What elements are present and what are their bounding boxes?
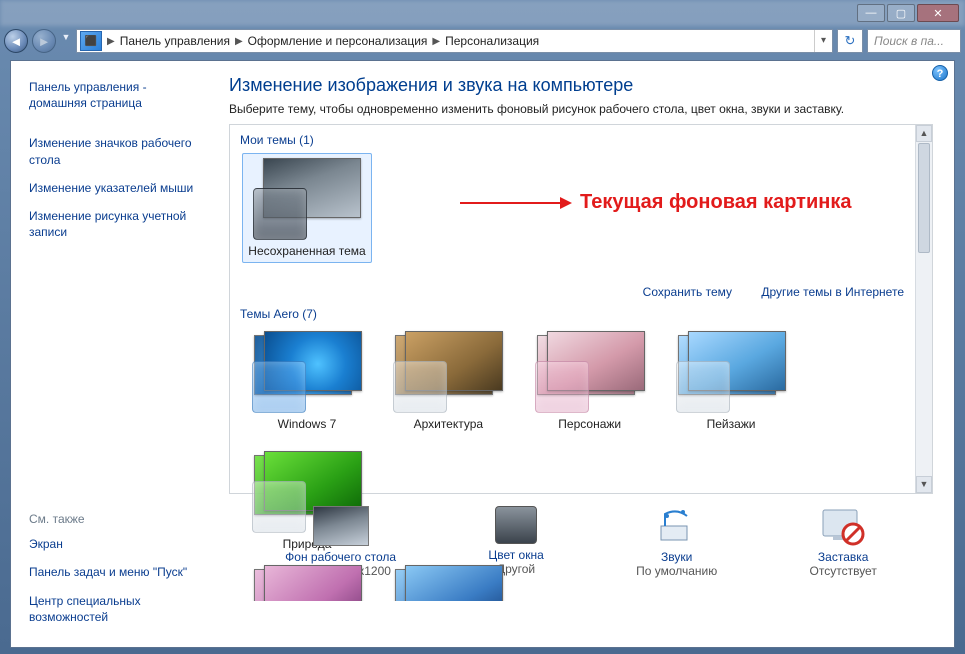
theme-label: Пейзажи (670, 417, 792, 431)
address-dropdown[interactable]: ▾ (814, 30, 832, 52)
sidebar-home-link[interactable]: Панель управления - домашняя страница (29, 79, 197, 111)
seealso-link-ease-of-access[interactable]: Центр специальных возможностей (29, 593, 197, 625)
scroll-up-arrow-icon[interactable]: ▲ (916, 125, 932, 142)
sidebar-link-desktop-icons[interactable]: Изменение значков рабочего стола (29, 135, 197, 167)
theme-wallpaper-icon (264, 565, 362, 601)
theme-label: Несохраненная тема (247, 244, 367, 258)
theme-tile-characters[interactable]: Персонажи (525, 327, 655, 435)
annotation-text: Текущая фоновая картинка (580, 191, 851, 214)
chevron-right-icon: ▶ (430, 36, 442, 47)
theme-window-color-icon (535, 361, 589, 413)
nav-history-dropdown[interactable]: ▼ (60, 32, 72, 50)
theme-label: Персонажи (529, 417, 651, 431)
theme-label: Архитектура (387, 417, 509, 431)
theme-wallpaper-icon (405, 565, 503, 601)
minimize-button[interactable]: — (857, 4, 885, 22)
main-panel: ? Панель управления - домашняя страница … (10, 60, 955, 648)
theme-tile-landscapes[interactable]: Пейзажи (666, 327, 796, 435)
window-color-icon (495, 506, 537, 544)
theme-window-color-icon (252, 481, 306, 533)
forward-button[interactable]: ► (32, 29, 56, 53)
window-titlebar: — ▢ ✕ (0, 0, 965, 26)
screensaver-icon (819, 506, 867, 546)
back-button[interactable]: ◄ (4, 29, 28, 53)
sidebar: Панель управления - домашняя страница Из… (11, 61, 211, 647)
sidebar-link-mouse-pointers[interactable]: Изменение указателей мыши (29, 180, 197, 196)
control-panel-icon: ⬛ (80, 31, 102, 51)
navigation-toolbar: ◄ ► ▼ ⬛ ▶ Панель управления ▶ Оформление… (0, 26, 965, 56)
chevron-right-icon: ▶ (105, 36, 117, 47)
desktop-background-icon (313, 506, 369, 546)
scrollbar[interactable]: ▲ ▼ (915, 125, 932, 493)
my-themes-header: Мои темы (1) (240, 133, 930, 147)
seealso-link-taskbar[interactable]: Панель задач и меню "Пуск" (29, 564, 197, 580)
theme-tile-unsaved[interactable]: Несохраненная тема (242, 153, 372, 263)
address-bar[interactable]: ⬛ ▶ Панель управления ▶ Оформление и пер… (76, 29, 833, 53)
sidebar-home-label: Панель управления - (29, 80, 147, 94)
theme-label: Windows 7 (246, 417, 368, 431)
theme-tile-partial[interactable] (242, 561, 372, 601)
themes-container: ▲ ▼ Мои темы (1) Несохраненная тема Теку… (229, 124, 933, 494)
seealso-header: См. также (29, 512, 197, 526)
annotation-overlay: Текущая фоновая картинка (460, 191, 851, 214)
save-theme-link[interactable]: Сохранить тему (643, 285, 732, 299)
theme-window-color-icon (253, 188, 307, 240)
sidebar-home-label: домашняя страница (29, 96, 142, 110)
close-button[interactable]: ✕ (917, 4, 959, 22)
maximize-button[interactable]: ▢ (887, 4, 915, 22)
theme-window-color-icon (393, 361, 447, 413)
theme-tile-architecture[interactable]: Архитектура (383, 327, 513, 435)
sounds-icon (653, 506, 701, 546)
breadcrumb[interactable]: Оформление и персонализация (245, 34, 431, 48)
more-themes-link[interactable]: Другие темы в Интернете (761, 285, 904, 299)
seealso-link-display[interactable]: Экран (29, 536, 197, 552)
aero-themes-header: Темы Aero (7) (240, 307, 930, 321)
theme-tile-partial[interactable] (383, 561, 513, 601)
page-title: Изменение изображения и звука на компьют… (229, 75, 954, 96)
sidebar-link-account-picture[interactable]: Изменение рисунка учетной записи (29, 208, 197, 240)
scroll-down-arrow-icon[interactable]: ▼ (916, 476, 932, 493)
arrow-icon (460, 202, 570, 204)
search-input[interactable]: Поиск в па... (867, 29, 961, 53)
theme-window-color-icon (676, 361, 730, 413)
breadcrumb[interactable]: Персонализация (442, 34, 542, 48)
theme-window-color-icon (252, 361, 306, 413)
page-description: Выберите тему, чтобы одновременно измени… (229, 102, 954, 116)
chevron-right-icon: ▶ (233, 36, 245, 47)
scroll-thumb[interactable] (918, 143, 930, 253)
theme-tile-windows7[interactable]: Windows 7 (242, 327, 372, 435)
breadcrumb[interactable]: Панель управления (117, 34, 233, 48)
content-area: Изменение изображения и звука на компьют… (211, 61, 954, 647)
refresh-button[interactable]: ↻ (837, 29, 863, 53)
